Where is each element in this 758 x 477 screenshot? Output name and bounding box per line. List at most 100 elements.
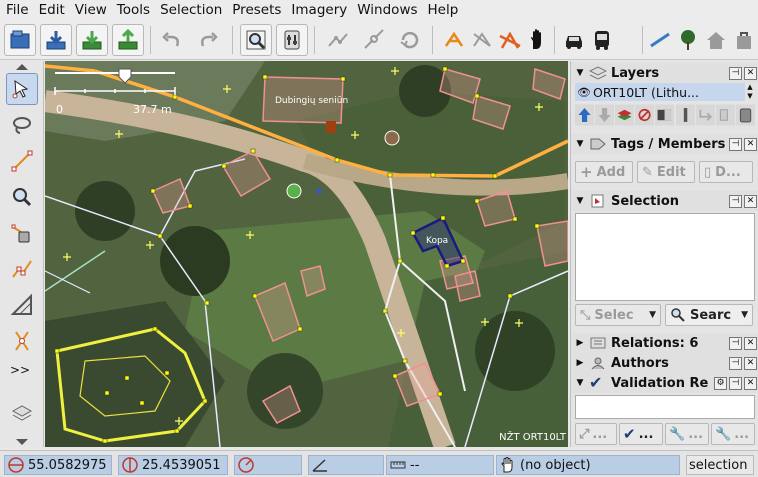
edit-tag-button[interactable]: ✎ Edit (637, 161, 695, 183)
pan-hand-icon[interactable] (522, 24, 554, 56)
validation-ignore-button[interactable]: 🔧... (711, 423, 755, 445)
layers-panel-title: Layers (611, 65, 660, 81)
close-icon[interactable]: ✕ (744, 356, 757, 370)
delete-tag-button[interactable]: ▯ D... (699, 161, 753, 183)
preferences-icon[interactable] (276, 24, 308, 56)
pin-icon[interactable]: ⊣ (729, 356, 742, 370)
pin-icon[interactable]: ⊣ (729, 66, 742, 80)
validation-run-button[interactable]: ✔... (619, 423, 663, 445)
reverse-way-icon[interactable] (394, 24, 426, 56)
menu-view[interactable]: View (69, 0, 111, 20)
toggle-visibility-icon[interactable] (635, 103, 655, 127)
latitude-icon (8, 457, 24, 473)
scroll-up-arrow-icon[interactable] (16, 64, 28, 70)
duplicate-layer-icon[interactable] (715, 103, 735, 127)
info-icon[interactable] (675, 103, 695, 127)
authors-icon (591, 357, 605, 370)
delete-layer-icon[interactable] (735, 103, 755, 127)
edit-tool-sidebar: >> (0, 61, 44, 447)
pin-icon[interactable]: ⊣ (729, 137, 742, 151)
upload-icon[interactable] (112, 24, 144, 56)
map-view[interactable]: Dubingių seniūn Kopa 0 37.7 m NŽT ORT10L… (45, 61, 568, 447)
layers-panel-header[interactable]: ▼ Layers ⊣ ✕ (571, 63, 758, 83)
move-up-icon[interactable] (575, 103, 595, 127)
relations-panel-title: Relations: 6 (611, 335, 699, 351)
cursor-hand-icon (501, 457, 513, 473)
map-canvas[interactable] (45, 61, 568, 447)
relations-icon (590, 337, 606, 349)
menu-selection[interactable]: Selection (154, 0, 226, 20)
pin-icon[interactable]: ⊣ (729, 194, 742, 208)
split-tool-icon[interactable] (6, 325, 38, 357)
add-tag-button[interactable]: + Add (575, 161, 633, 183)
menu-imagery[interactable]: Imagery (285, 0, 351, 20)
selection-panel-title: Selection (611, 193, 680, 209)
expand-arrow-icon[interactable]: ▶ (573, 338, 587, 348)
close-icon[interactable]: ✕ (744, 376, 757, 390)
close-icon[interactable]: ✕ (744, 137, 757, 151)
relations-panel-header[interactable]: ▶ Relations: 6 ⊣ ✕ (571, 333, 758, 353)
menu-file[interactable]: File (0, 0, 33, 20)
more-tools-button[interactable]: >> (10, 363, 30, 377)
selection-panel-header[interactable]: ▼ Selection ⊣ ✕ (571, 191, 758, 211)
menu-bar: File Edit View Tools Selection Presets I… (0, 0, 758, 20)
shop-icon[interactable] (728, 24, 758, 56)
expand-arrow-icon[interactable]: ▶ (573, 358, 587, 368)
collapse-arrow-icon[interactable]: ▼ (573, 139, 587, 149)
tags-panel-header[interactable]: ▼ Tags / Members ⊣ ✕ (571, 134, 758, 154)
menu-edit[interactable]: Edit (33, 0, 69, 20)
validation-fix-button[interactable]: 🔧... (665, 423, 709, 445)
layer-scroll[interactable]: ▲ ▼ (745, 83, 755, 101)
menu-help[interactable]: Help (422, 0, 463, 20)
selection-icon (591, 194, 604, 208)
menu-presets[interactable]: Presets (226, 0, 285, 20)
draw-tool-icon[interactable] (6, 145, 38, 177)
eye-icon[interactable]: 👁 (575, 86, 593, 99)
move-down-icon[interactable] (595, 103, 615, 127)
open-file-icon[interactable] (4, 24, 36, 56)
layer-actions (575, 103, 755, 127)
undo-icon[interactable] (156, 24, 188, 56)
longitude-field: 25.4539051 (118, 455, 228, 475)
pin-icon[interactable]: ⊣ (729, 376, 742, 390)
layer-row[interactable]: 👁 ORT10LT (Lithu... (575, 83, 745, 101)
improve-way-icon[interactable] (6, 253, 38, 285)
selection-list[interactable] (575, 213, 755, 301)
download-icon[interactable] (40, 24, 72, 56)
lasso-tool-icon[interactable] (6, 109, 38, 141)
close-icon[interactable]: ✕ (744, 194, 757, 208)
latitude-field: 55.0582975 (4, 455, 112, 475)
opacity-icon[interactable] (655, 103, 675, 127)
validation-zoom-button[interactable]: ⤢... (575, 423, 617, 445)
layer-list-icon[interactable] (6, 397, 38, 429)
pin-icon[interactable]: ⊣ (729, 336, 742, 350)
collapse-arrow-icon[interactable]: ▼ (573, 196, 587, 206)
authors-panel-header[interactable]: ▶ Authors ⊣ ✕ (571, 353, 758, 373)
tag-icon (590, 138, 606, 150)
collapse-arrow-icon[interactable]: ▼ (573, 68, 587, 78)
download-data-icon[interactable] (76, 24, 108, 56)
select-button[interactable]: ⤡ Selec ▼ (575, 304, 661, 326)
close-icon[interactable]: ✕ (744, 336, 757, 350)
combine-way-icon[interactable] (322, 24, 354, 56)
redo-icon[interactable] (192, 24, 224, 56)
zoom-data-icon[interactable] (240, 24, 272, 56)
collapse-arrow-icon[interactable]: ▼ (573, 378, 587, 388)
bus-icon[interactable] (586, 24, 618, 56)
scale-end-label: 37.7 m (133, 103, 172, 116)
menu-tools[interactable]: Tools (111, 0, 154, 20)
validation-panel-header[interactable]: ▼ ✔ Validation Re ⚙ ⊣ ✕ (571, 373, 758, 393)
scroll-down-arrow-icon[interactable] (16, 439, 28, 445)
parallel-way-icon[interactable] (6, 289, 38, 321)
split-way-icon[interactable] (358, 24, 390, 56)
select-tool-icon[interactable] (6, 73, 38, 105)
settings-icon[interactable]: ⚙ (714, 376, 727, 390)
activate-layer-icon[interactable] (615, 103, 635, 127)
delete-tool-icon[interactable] (6, 217, 38, 249)
zoom-tool-icon[interactable] (6, 181, 38, 213)
merge-layer-icon[interactable] (695, 103, 715, 127)
validation-list[interactable] (575, 395, 755, 419)
menu-windows[interactable]: Windows (351, 0, 421, 20)
close-icon[interactable]: ✕ (744, 66, 757, 80)
search-button[interactable]: Searc ▼ (665, 304, 753, 326)
